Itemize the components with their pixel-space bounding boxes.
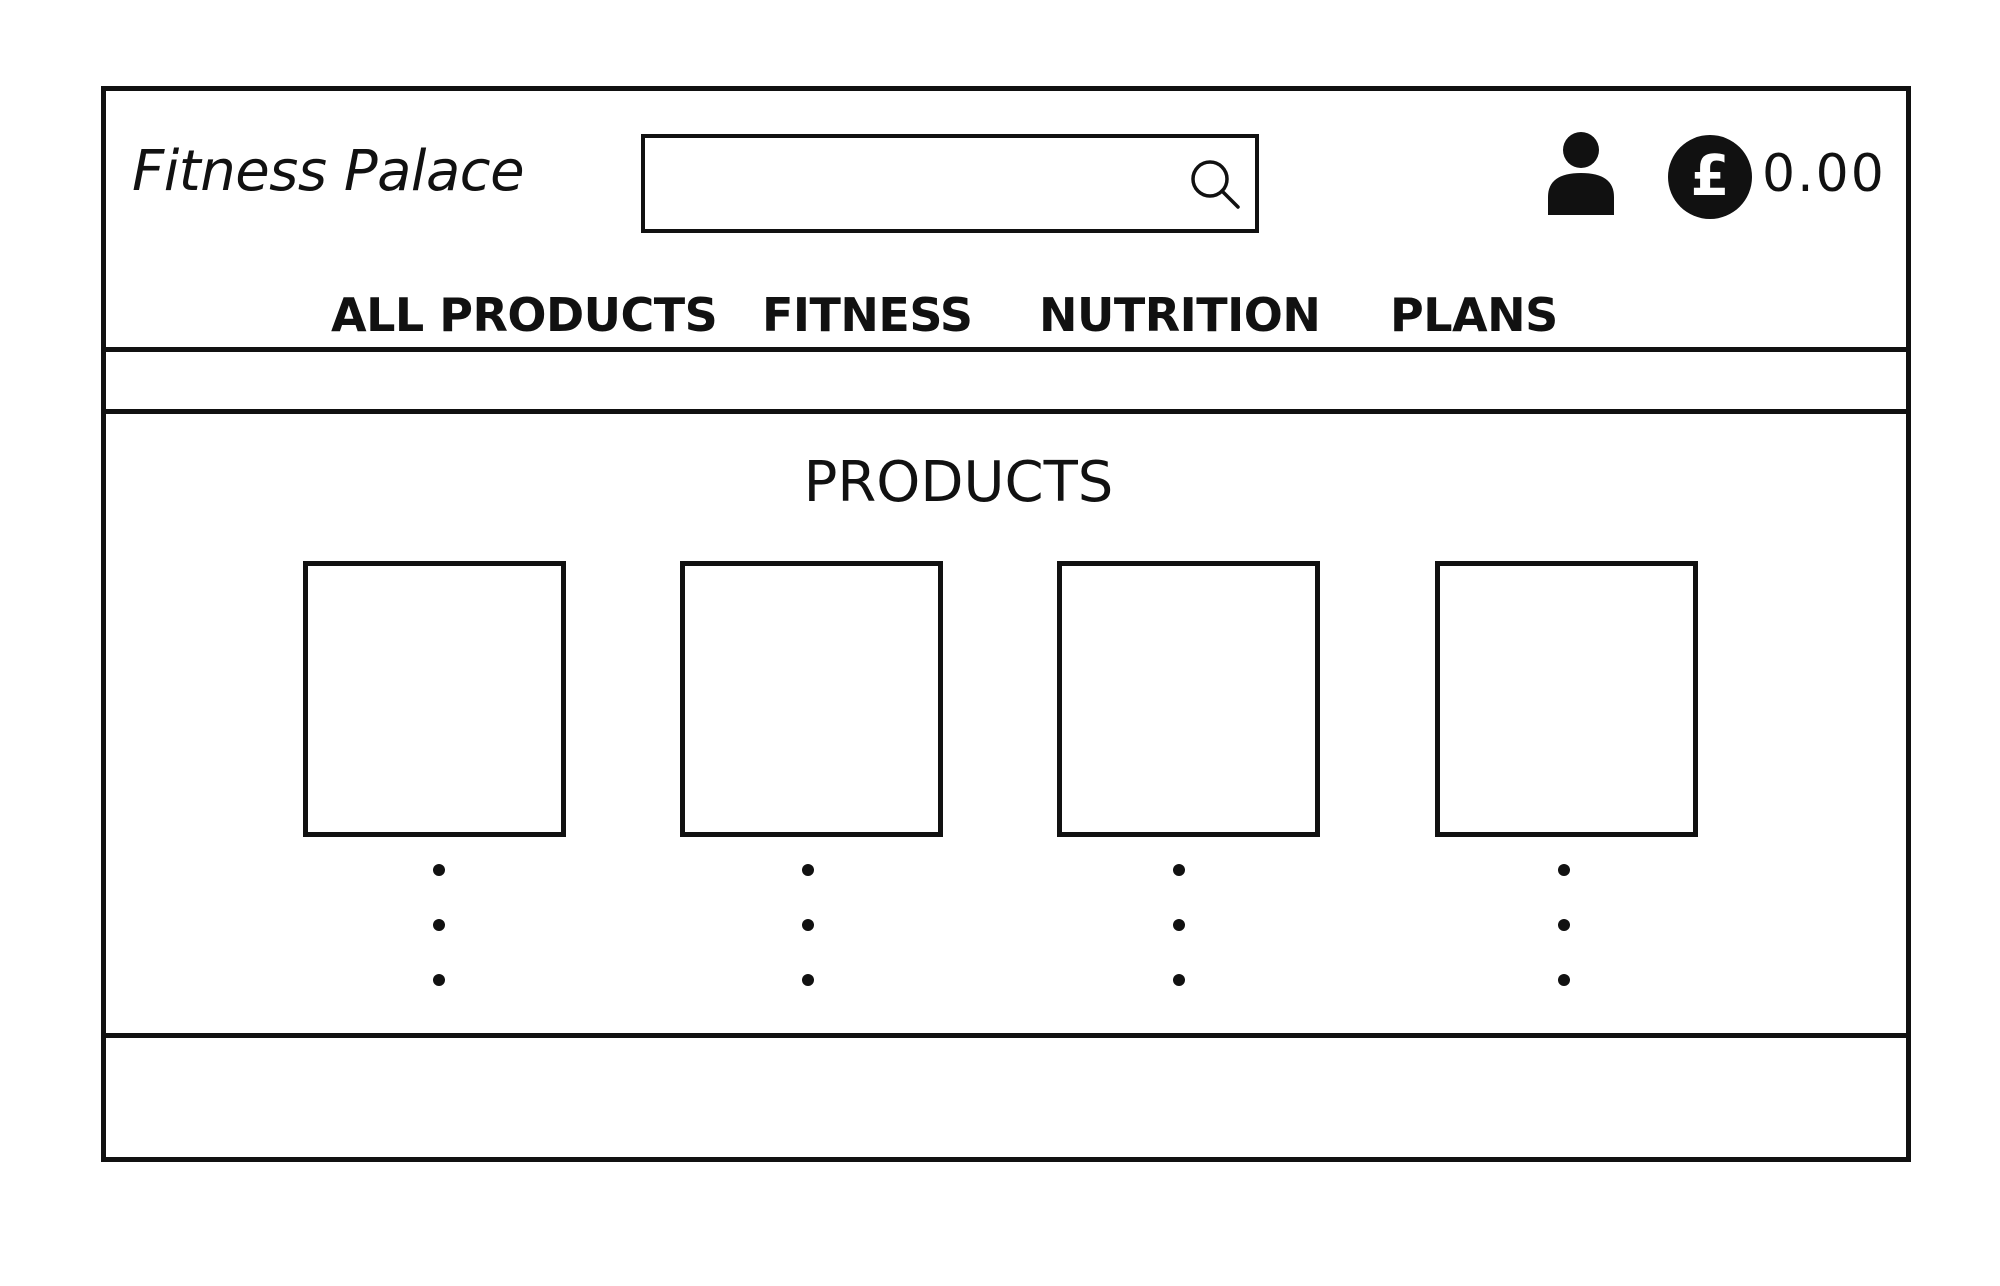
product-card-1[interactable] [303, 561, 566, 837]
product-card-3[interactable] [1057, 561, 1320, 837]
search-input[interactable] [653, 146, 1173, 221]
search-bar [641, 134, 1259, 233]
site-logo[interactable]: Fitness Palace [132, 137, 525, 207]
more-items-ellipsis [802, 864, 814, 994]
product-card-2[interactable] [680, 561, 943, 837]
banner-bottom-divider [106, 409, 1906, 414]
nav-bottom-divider [106, 347, 1906, 352]
page-wireframe: Fitness Palace £ 0.00 ALL PRODUCTS FITNE… [101, 86, 1911, 1162]
section-title: PRODUCTS [803, 450, 1114, 515]
more-items-ellipsis [1173, 864, 1185, 994]
nav-item-plans[interactable]: PLANS [1390, 285, 1558, 345]
more-items-ellipsis [433, 864, 445, 994]
product-card-4[interactable] [1435, 561, 1698, 837]
nav-item-all-products[interactable]: ALL PRODUCTS [331, 285, 718, 345]
more-items-ellipsis [1558, 864, 1570, 994]
pound-icon[interactable]: £ [1668, 135, 1752, 219]
nav-item-nutrition[interactable]: NUTRITION [1039, 285, 1321, 345]
search-icon[interactable] [1185, 154, 1245, 214]
footer-top-divider [106, 1033, 1906, 1038]
cart-total[interactable]: 0.00 [1762, 139, 1886, 209]
user-icon[interactable] [1546, 131, 1616, 215]
nav-item-fitness[interactable]: FITNESS [762, 285, 973, 345]
